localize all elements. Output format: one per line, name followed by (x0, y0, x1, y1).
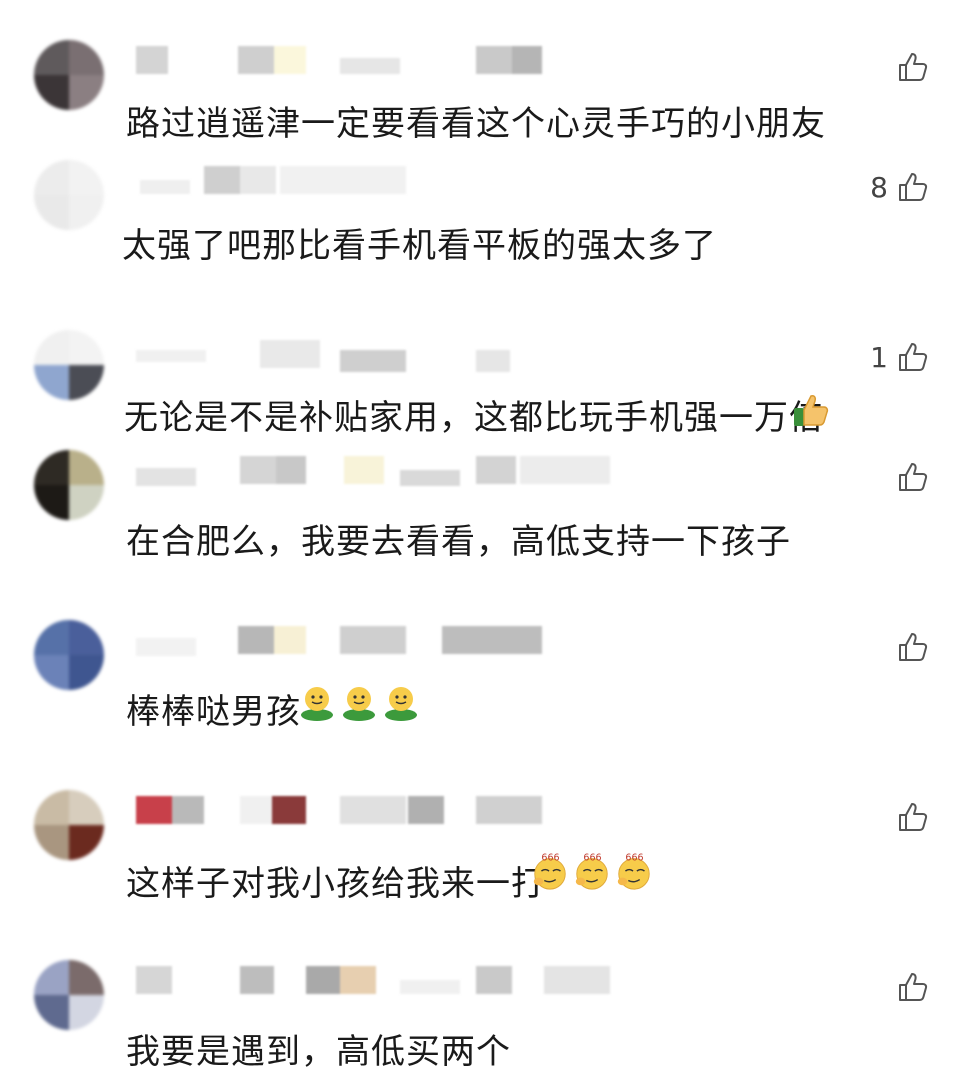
green-hug-emoji (301, 687, 333, 721)
like-button[interactable]: 8 (870, 170, 930, 204)
green-hug-emoji (385, 687, 417, 721)
emoji-group: 666 666 666 (530, 850, 654, 892)
thumbs-up-emoji (794, 395, 829, 426)
comment-text: 路过逍遥津一定要看看这个心灵手巧的小朋友 (126, 104, 826, 144)
comment-text: 太强了吧那比看手机看平板的强太多了 (122, 226, 717, 266)
username-blurred[interactable] (130, 336, 690, 372)
avatar[interactable] (34, 620, 104, 690)
comment-item: 棒棒哒男孩 (0, 620, 960, 750)
thumbs-up-icon (899, 173, 928, 201)
like-count: 1 (870, 340, 888, 374)
avatar[interactable] (34, 450, 104, 520)
comment-text: 无论是不是补贴家用，这都比玩手机强一万倍 (124, 398, 824, 438)
666-smirk-emoji: 666 (575, 853, 608, 890)
username-blurred[interactable] (130, 166, 690, 198)
green-hug-emoji (343, 687, 375, 721)
666-smirk-emoji: 666 (617, 853, 650, 890)
username-blurred[interactable] (130, 456, 690, 488)
username-blurred[interactable] (130, 46, 690, 78)
thumbs-up-icon (899, 53, 928, 81)
thumbs-up-icon (899, 343, 928, 371)
comment-item: 太强了吧那比看手机看平板的强太多了 8 (0, 160, 960, 300)
comment-item: 路过逍遥津一定要看看这个心灵手巧的小朋友 (0, 40, 960, 160)
avatar[interactable] (34, 330, 104, 400)
comment-text: 在合肥么，我要去看看，高低支持一下孩子 (126, 522, 791, 562)
comment-item: 这样子对我小孩给我来一打 666 666 666 (0, 790, 960, 920)
like-button[interactable] (888, 460, 930, 494)
thumbs-up-icon (899, 803, 928, 831)
like-button[interactable] (888, 50, 930, 84)
like-button[interactable] (888, 630, 930, 664)
thumbs-up-icon (899, 463, 928, 491)
like-count: 8 (870, 170, 888, 204)
like-button[interactable] (888, 800, 930, 834)
emoji-label: 666 (541, 853, 559, 864)
username-blurred[interactable] (130, 796, 690, 828)
avatar[interactable] (34, 40, 104, 110)
comment-item: 在合肥么，我要去看看，高低支持一下孩子 (0, 450, 960, 580)
666-smirk-emoji: 666 (533, 853, 566, 890)
thumbs-up-icon (899, 633, 928, 661)
emoji-label: 666 (625, 853, 643, 864)
avatar[interactable] (34, 160, 104, 230)
comment-item: 无论是不是补贴家用，这都比玩手机强一万倍 1 (0, 330, 960, 440)
username-blurred[interactable] (130, 626, 690, 658)
comment-text: 棒棒哒男孩 (126, 692, 301, 732)
like-button[interactable] (888, 970, 930, 1004)
comment-text: 我要是遇到，高低买两个 (126, 1032, 511, 1072)
avatar[interactable] (34, 960, 104, 1030)
comment-text: 这样子对我小孩给我来一打 (126, 864, 546, 904)
like-button[interactable]: 1 (870, 340, 930, 374)
comment-item: 我要是遇到，高低买两个 (0, 960, 960, 1084)
emoji-label: 666 (583, 853, 601, 864)
thumbs-up-icon (899, 973, 928, 1001)
emoji-group (298, 684, 420, 722)
avatar[interactable] (34, 790, 104, 860)
username-blurred[interactable] (130, 966, 690, 998)
